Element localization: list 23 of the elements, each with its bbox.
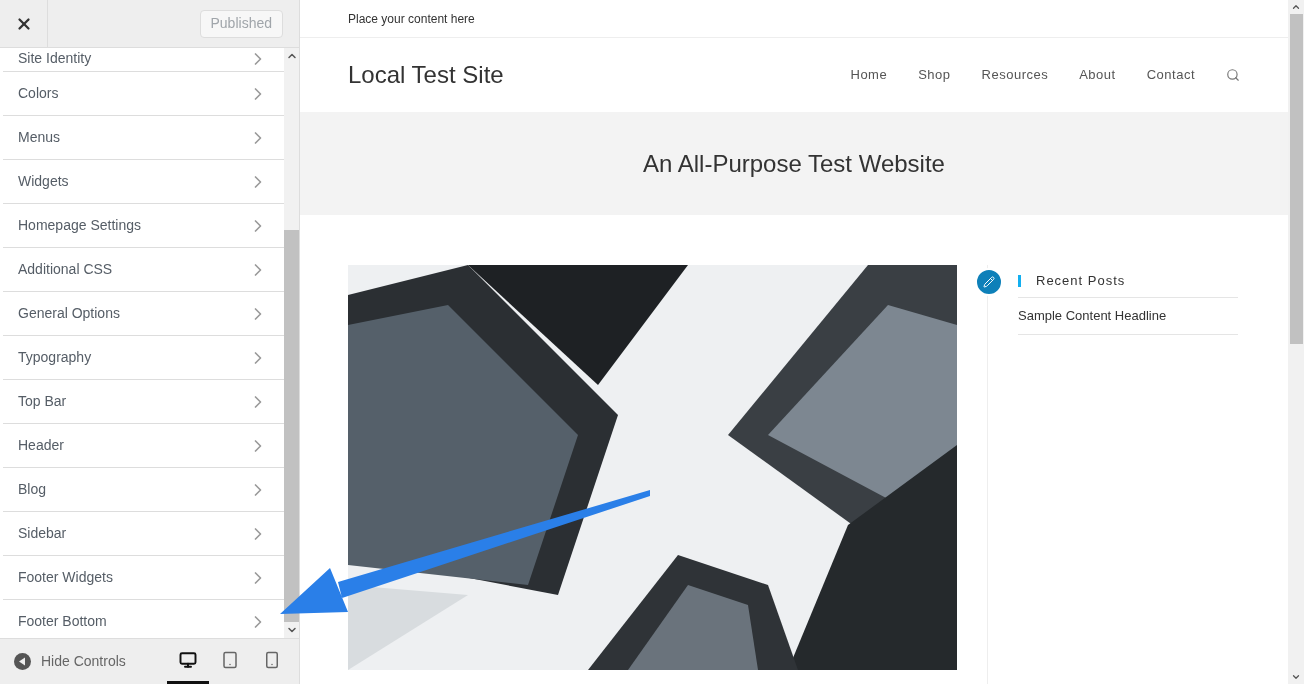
scroll-down-icon[interactable] — [1291, 672, 1301, 682]
site-title[interactable]: Local Test Site — [348, 57, 504, 93]
scroll-up-icon[interactable] — [1291, 2, 1301, 12]
scrollbar[interactable] — [284, 48, 299, 638]
section-item[interactable]: Site Identity — [3, 48, 284, 72]
tablet-icon — [221, 650, 239, 669]
nav-link[interactable]: Shop — [918, 65, 951, 85]
pencil-icon — [983, 276, 995, 288]
nav-link[interactable]: Home — [850, 65, 888, 85]
hide-controls-button[interactable]: Hide Controls — [14, 651, 126, 672]
nav-link[interactable]: Contact — [1146, 65, 1195, 85]
scrollbar[interactable] — [1288, 0, 1304, 684]
desktop-icon — [179, 650, 197, 669]
post-link[interactable]: Sample Content Headline — [1018, 306, 1167, 326]
edit-shortcut-button[interactable] — [975, 268, 1003, 296]
nav-link[interactable]: About — [1079, 65, 1116, 85]
page-title: An All-Purpose Test Website — [643, 148, 945, 179]
nav-link[interactable]: Resources — [981, 65, 1049, 85]
back-icon — [14, 653, 31, 670]
search-icon[interactable] — [1226, 68, 1240, 82]
mobile-icon — [263, 650, 281, 669]
widget-title: Recent Posts — [1036, 272, 1126, 291]
top-bar-text: Place your content here — [348, 10, 475, 28]
